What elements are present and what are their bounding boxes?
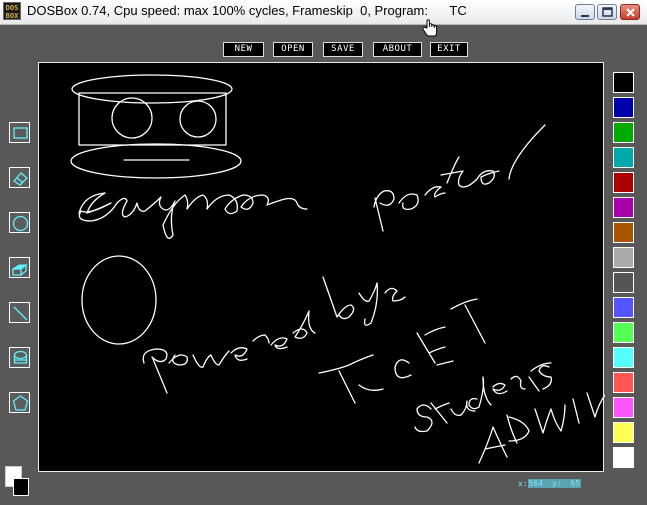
- exit-button[interactable]: EXIT: [430, 42, 468, 57]
- palette-swatch[interactable]: [613, 247, 634, 268]
- minimize-button[interactable]: [575, 4, 595, 20]
- about-button[interactable]: ABOUT: [373, 42, 422, 57]
- x-label: x:: [518, 479, 528, 488]
- background-color[interactable]: [13, 478, 29, 496]
- canvas-drawing: [70, 74, 606, 464]
- circle-tool[interactable]: [9, 212, 30, 233]
- hand-cursor-icon: [422, 19, 438, 37]
- paint-bucket-icon: [11, 263, 28, 276]
- palette-swatch[interactable]: [613, 372, 634, 393]
- close-button[interactable]: [620, 4, 640, 20]
- palette-swatch[interactable]: [613, 222, 634, 243]
- palette-swatch[interactable]: [613, 397, 634, 418]
- rectangle-tool[interactable]: [9, 122, 30, 143]
- new-button[interactable]: NEW: [223, 42, 264, 57]
- maximize-button[interactable]: [597, 4, 617, 20]
- palette-swatch[interactable]: [613, 422, 634, 443]
- circle-icon: [12, 215, 29, 232]
- drawing-canvas[interactable]: [38, 62, 606, 472]
- dosbox-window: DOS BOX DOSBox 0.74, Cpu speed: max 100%…: [0, 0, 647, 505]
- palette-swatch[interactable]: [613, 297, 634, 318]
- palette-swatch[interactable]: [613, 272, 634, 293]
- dosbox-app-icon[interactable]: DOS BOX: [3, 2, 21, 20]
- app-icon-text: DOS BOX: [5, 4, 19, 20]
- x-value: 564: [527, 479, 545, 488]
- open-button[interactable]: OPEN: [273, 42, 313, 57]
- palette-swatch[interactable]: [613, 322, 634, 343]
- pentagon-icon: [12, 395, 29, 411]
- cursor-coordinates: x:564 y: 65: [518, 479, 582, 489]
- close-icon: [626, 8, 635, 17]
- palette-swatch[interactable]: [613, 97, 634, 118]
- ellipse-tool[interactable]: [9, 347, 30, 368]
- cylinder-icon: [13, 350, 28, 364]
- y-label: y:: [550, 479, 563, 488]
- window-title: DOSBox 0.74, Cpu speed: max 100% cycles,…: [27, 3, 467, 18]
- minimize-icon: [581, 15, 589, 17]
- title-bar[interactable]: DOS BOX DOSBox 0.74, Cpu speed: max 100%…: [0, 0, 647, 25]
- palette-swatch[interactable]: [613, 72, 634, 93]
- maximize-icon: [602, 7, 613, 17]
- polygon-tool[interactable]: [9, 392, 30, 413]
- fill-tool[interactable]: [9, 257, 30, 278]
- eraser-tool[interactable]: [9, 167, 30, 188]
- palette-swatch[interactable]: [613, 447, 634, 468]
- palette-swatch[interactable]: [613, 122, 634, 143]
- palette-swatch[interactable]: [613, 172, 634, 193]
- line-tool[interactable]: [9, 302, 30, 323]
- line-icon: [13, 306, 28, 321]
- palette-swatch[interactable]: [613, 197, 634, 218]
- eraser-icon: [13, 172, 28, 186]
- save-button[interactable]: SAVE: [323, 42, 363, 57]
- palette-swatch[interactable]: [613, 347, 634, 368]
- rectangle-icon: [13, 127, 28, 139]
- y-value: 65: [569, 479, 582, 488]
- palette-swatch[interactable]: [613, 147, 634, 168]
